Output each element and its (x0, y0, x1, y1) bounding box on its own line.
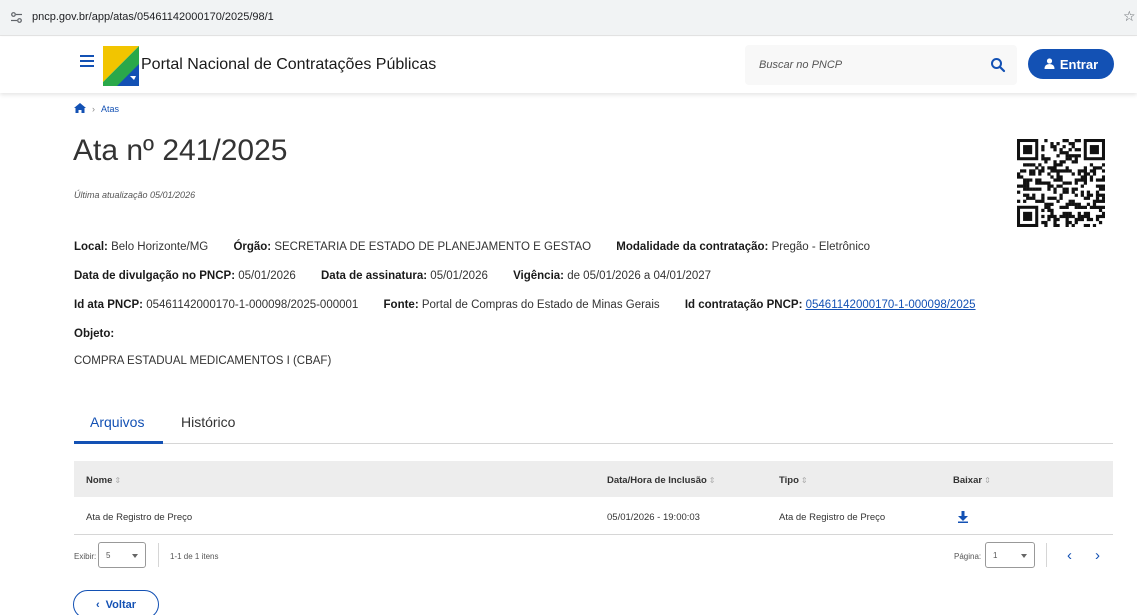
prev-page-icon[interactable]: ‹ (1067, 547, 1072, 564)
bookmark-star-icon[interactable]: ☆ (1123, 8, 1136, 25)
search-box (745, 45, 1017, 85)
search-input[interactable] (745, 45, 985, 85)
page-label: Página: (954, 552, 982, 561)
objeto-value: COMPRA ESTADUAL MEDICAMENTOS I (CBAF) (74, 355, 332, 367)
divulgacao-label: Data de divulgação no PNCP: (74, 270, 236, 282)
local-label: Local: (74, 241, 108, 253)
id-ata-label: Id ata PNCP: (74, 299, 144, 311)
objeto-label-row: Objeto: (74, 328, 114, 340)
table-header: Nome ⇕ Data/Hora de Inclusão ⇕ Tipo ⇕ Baixa… (74, 461, 1113, 497)
chevron-down-icon (132, 554, 138, 558)
chevron-down-icon (1021, 554, 1027, 558)
breadcrumb-item-atas[interactable]: Atas (101, 104, 119, 114)
page-title: Ata nº 241/2025 (73, 134, 288, 167)
column-header-tipo[interactable]: Tipo ⇕ (779, 475, 808, 486)
qr-code (1017, 139, 1106, 228)
orgao-value: SECRETARIA DE ESTADO DE PLANEJAMENTO E G… (271, 241, 592, 253)
site-info-icon[interactable] (10, 11, 24, 25)
browser-address-bar: pncp.gov.br/app/atas/05461142000170/2025… (0, 0, 1137, 36)
tab-historico[interactable]: Histórico (181, 414, 261, 444)
pagination: Exibir: 5 1-1 de 1 itens Página: 1 ‹ › (74, 540, 1113, 572)
divulgacao-value: 05/01/2026 (235, 270, 296, 282)
site-header: Portal Nacional de Contratações Públicas… (0, 37, 1137, 93)
show-label: Exibir: (74, 552, 97, 561)
divider (158, 543, 159, 567)
table-row: Ata de Registro de Preço 05/01/2026 - 19… (74, 497, 1113, 535)
download-icon[interactable] (958, 511, 968, 523)
back-label: Voltar (105, 598, 137, 611)
page-size-select[interactable]: 5 (98, 542, 146, 568)
vigencia-value: de 05/01/2026 a 04/01/2027 (564, 270, 712, 282)
details-row-3: Id ata PNCP: 05461142000170-1-000098/202… (74, 299, 976, 311)
orgao-label: Órgão: (233, 241, 272, 253)
next-page-icon[interactable]: › (1095, 547, 1100, 564)
assinatura-label: Data de assinatura: (321, 270, 428, 282)
details-row-1: Local: Belo Horizonte/MG Órgão: SECRETAR… (74, 241, 870, 253)
cell-nome: Ata de Registro de Preço (86, 512, 193, 523)
assinatura-value: 05/01/2026 (427, 270, 488, 282)
page-select[interactable]: 1 (985, 542, 1035, 568)
login-label: Entrar (1059, 56, 1099, 72)
id-ata-value: 05461142000170-1-000098/2025-000001 (143, 299, 359, 311)
details-row-2: Data de divulgação no PNCP: 05/01/2026 D… (74, 270, 711, 282)
chevron-left-icon: ‹ (95, 598, 100, 611)
id-contratacao-link[interactable]: 05461142000170-1-000098/2025 (806, 299, 976, 311)
column-header-nome[interactable]: Nome ⇕ (86, 475, 121, 486)
tab-arquivos[interactable]: Arquivos (74, 414, 163, 444)
pncp-logo[interactable] (103, 46, 139, 86)
sort-icon: ⇕ (114, 476, 122, 485)
back-button[interactable]: ‹ Voltar (73, 590, 159, 615)
tabs: Arquivos Histórico (74, 414, 1113, 444)
hamburger-menu-icon[interactable] (80, 55, 94, 67)
home-icon[interactable] (74, 103, 86, 115)
column-header-baixar[interactable]: Baixar ⇕ (953, 475, 991, 486)
sort-icon: ⇕ (800, 476, 808, 485)
login-button[interactable]: Entrar (1028, 49, 1114, 79)
chevron-right-icon: › (92, 104, 95, 114)
url-text[interactable]: pncp.gov.br/app/atas/05461142000170/2025… (32, 11, 274, 23)
breadcrumb: › Atas (74, 103, 119, 115)
fonte-value: Portal de Compras do Estado de Minas Ger… (418, 299, 660, 311)
objeto-label: Objeto: (74, 328, 115, 340)
user-icon (1044, 57, 1055, 72)
brand-title[interactable]: Portal Nacional de Contratações Públicas (141, 56, 436, 74)
last-updated: Última atualização 05/01/2026 (74, 190, 196, 200)
divider (1046, 543, 1047, 567)
cell-tipo: Ata de Registro de Preço (779, 512, 886, 523)
modalidade-label: Modalidade da contratação: (616, 241, 769, 253)
search-icon[interactable] (990, 57, 1006, 73)
cell-data: 05/01/2026 - 19:00:03 (607, 512, 700, 523)
sort-icon: ⇕ (984, 476, 991, 485)
sort-icon: ⇕ (708, 476, 716, 485)
local-value: Belo Horizonte/MG (107, 241, 209, 253)
column-header-data[interactable]: Data/Hora de Inclusão ⇕ (607, 475, 715, 486)
modalidade-value: Pregão - Eletrônico (768, 241, 871, 253)
fonte-label: Fonte: (383, 299, 419, 311)
id-contratacao-label: Id contratação PNCP: (684, 299, 803, 311)
vigencia-label: Vigência: (513, 270, 564, 282)
objeto-value-row: COMPRA ESTADUAL MEDICAMENTOS I (CBAF) (74, 355, 331, 367)
range-text: 1-1 de 1 itens (170, 552, 219, 561)
